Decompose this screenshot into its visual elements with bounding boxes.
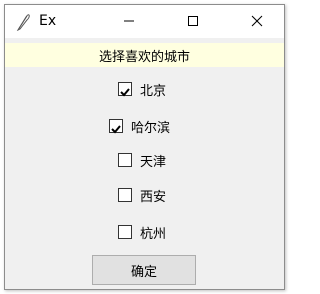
maximize-button[interactable] xyxy=(170,5,216,38)
checkbox-box[interactable] xyxy=(118,153,132,167)
checkmark-icon xyxy=(119,83,131,102)
checkbox-box[interactable] xyxy=(109,119,123,134)
confirm-button[interactable]: 确定 xyxy=(92,255,196,285)
checkbox-label: 杭州 xyxy=(140,226,167,242)
checkbox-harbin[interactable]: 哈尔滨 xyxy=(109,116,170,136)
checkbox-box[interactable] xyxy=(118,188,132,202)
minimize-button[interactable] xyxy=(106,5,152,38)
checkbox-label: 北京 xyxy=(140,83,167,99)
checkbox-box[interactable] xyxy=(118,82,132,97)
minimize-icon xyxy=(123,12,135,31)
app-window: Ex 选择喜欢的城市 北京 哈尔滨 天津 西安 杭州 确定 xyxy=(4,4,285,290)
checkbox-label: 西安 xyxy=(140,189,167,205)
checkbox-box[interactable] xyxy=(118,225,132,239)
checkbox-label: 天津 xyxy=(140,154,167,170)
checkbox-hangzhou[interactable]: 杭州 xyxy=(118,222,166,242)
checkbox-label: 哈尔滨 xyxy=(131,120,171,136)
title-bar[interactable]: Ex xyxy=(5,5,284,38)
checkbox-beijing[interactable]: 北京 xyxy=(118,79,166,99)
checkmark-icon xyxy=(110,120,122,139)
checkbox-tianjin[interactable]: 天津 xyxy=(118,150,166,170)
feather-icon xyxy=(15,13,31,32)
checkbox-xian[interactable]: 西安 xyxy=(118,185,166,205)
maximize-icon xyxy=(187,12,199,31)
prompt-label: 选择喜欢的城市 xyxy=(5,43,284,67)
window-title: Ex xyxy=(39,13,57,29)
close-button[interactable] xyxy=(234,5,280,38)
close-icon xyxy=(251,12,263,31)
